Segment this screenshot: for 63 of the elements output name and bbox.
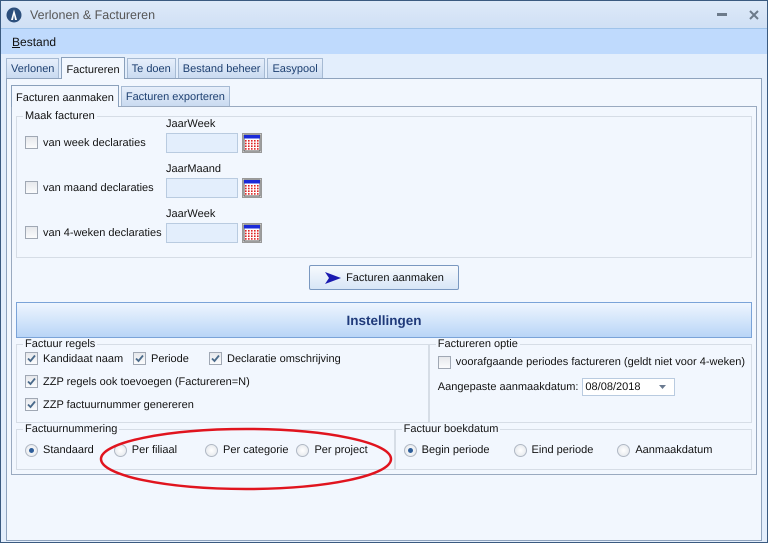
section-header: Instellingen	[16, 302, 752, 338]
checkbox-label: ZZP regels ook toevoegen (Factureren=N)	[43, 376, 250, 388]
checkbox[interactable]	[25, 136, 38, 149]
input-field[interactable]	[166, 178, 238, 198]
tab[interactable]: Easypool	[267, 58, 323, 78]
checkbox[interactable]	[25, 375, 38, 388]
field-label: JaarWeek	[166, 118, 216, 130]
radio-button[interactable]	[25, 444, 38, 456]
checkbox-label: van 4-weken declaraties	[43, 226, 162, 238]
group-title: Factuur regels	[24, 338, 96, 350]
radio-label: Standaard	[43, 444, 94, 456]
minimize-icon[interactable]	[717, 12, 727, 16]
input-field[interactable]	[166, 223, 238, 243]
tab[interactable]: Te doen	[126, 58, 176, 78]
menu-item[interactable]: Bestand	[12, 34, 56, 48]
checkbox-label: Periode	[151, 352, 189, 364]
radio-label: Begin periode	[422, 444, 490, 456]
app-logo-icon	[6, 6, 22, 22]
checkbox-label: van maand declaraties	[43, 182, 154, 194]
radio-button[interactable]	[296, 444, 310, 456]
radio-label: Eind periode	[532, 444, 594, 456]
calendar-icon[interactable]	[242, 178, 262, 198]
checkbox-label: van week declaraties	[43, 136, 146, 148]
field-label: JaarWeek	[166, 208, 216, 220]
checkbox[interactable]	[25, 398, 38, 411]
radio-label: Per categorie	[223, 444, 288, 456]
group-title: Maak facturen	[24, 110, 96, 122]
arrow-icon	[324, 270, 342, 284]
checkbox[interactable]	[25, 181, 38, 194]
tab[interactable]: Factureren	[61, 57, 125, 79]
checkbox[interactable]	[133, 352, 146, 365]
checkbox[interactable]	[438, 356, 451, 368]
checkbox[interactable]	[25, 226, 38, 239]
group-title: Factureren optie	[436, 338, 519, 350]
checkbox[interactable]	[209, 352, 222, 365]
caret-icon	[659, 385, 666, 389]
radio-label: Per filiaal	[132, 444, 178, 456]
group-title: Factuurnummering	[24, 423, 118, 435]
radio-label: Per project	[314, 444, 368, 456]
radio-button[interactable]	[617, 444, 630, 456]
radio-label: Aanmaakdatum	[635, 444, 712, 456]
field-label: JaarMaand	[166, 163, 222, 175]
date-label: Aangepaste aanmaakdatum:	[438, 381, 578, 393]
calendar-icon[interactable]	[242, 223, 262, 243]
tab[interactable]: Facturen aanmaken	[11, 85, 119, 107]
radio-button[interactable]	[514, 444, 527, 456]
checkbox-label: Kandidaat naam	[43, 352, 124, 364]
checkbox[interactable]	[25, 352, 38, 365]
date-dropdown[interactable]: 08/08/2018	[582, 378, 676, 396]
tab[interactable]: Verlonen	[6, 58, 60, 78]
radio-button[interactable]	[205, 444, 218, 456]
create-invoices-button[interactable]: Facturen aanmaken	[309, 265, 459, 290]
input-field[interactable]	[166, 133, 238, 153]
checkbox-label: ZZP factuurnummer genereren	[43, 398, 194, 410]
radio-button[interactable]	[404, 444, 417, 456]
close-icon[interactable]	[749, 10, 759, 20]
window-title: Verlonen & Factureren	[30, 8, 156, 22]
checkbox-label: Declaratie omschrijving	[227, 352, 341, 364]
tab[interactable]: Bestand beheer	[178, 58, 266, 78]
tab[interactable]: Facturen exporteren	[120, 86, 230, 106]
calendar-icon[interactable]	[242, 133, 262, 153]
group-title: Factuur boekdatum	[402, 423, 500, 435]
checkbox-label: voorafgaande periodes factureren (geldt niet voor 4-weken)	[456, 356, 745, 368]
